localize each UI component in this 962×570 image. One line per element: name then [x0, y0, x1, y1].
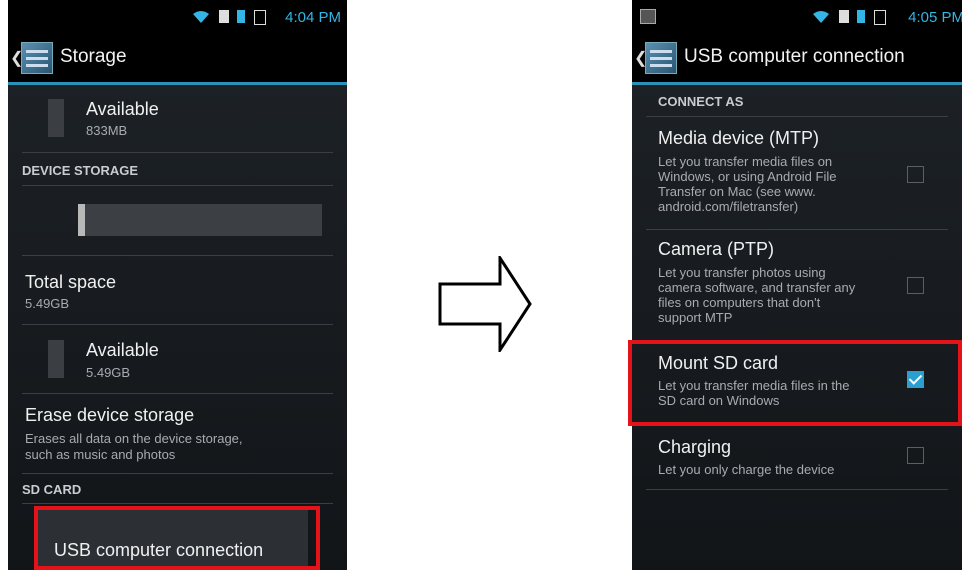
status-icons [813, 10, 890, 27]
sim-icon [219, 10, 230, 23]
total-space-row: Total space 5.49GB [8, 258, 347, 323]
usb-connection-screen: 4:05 PM ❮ USB computer connection CONNEC… [632, 0, 962, 570]
available-row-2: Available 5.49GB [8, 330, 347, 390]
divider [22, 324, 333, 325]
wifi-icon [813, 11, 829, 23]
option-desc-line: support MTP [658, 310, 733, 325]
screenshot-notification-icon [640, 9, 656, 24]
highlight-box [628, 340, 962, 426]
erase-desc-line2: such as music and photos [25, 447, 176, 462]
storage-usage-bar [78, 204, 322, 236]
divider [22, 473, 333, 474]
wifi-icon [193, 11, 209, 23]
option-label: Camera (PTP) [658, 239, 775, 259]
divider [22, 393, 333, 394]
divider [22, 503, 333, 504]
right-arrow-icon [438, 256, 532, 352]
section-header-sd-card: SD CARD [22, 482, 82, 497]
usb-icon [873, 10, 886, 25]
option-media-device-mtp[interactable]: Media device (MTP) Let you transfer medi… [632, 118, 962, 228]
option-desc-line: android.com/filetransfer) [658, 199, 799, 214]
status-time: 4:04 PM [285, 9, 341, 26]
erase-label: Erase device storage [25, 405, 195, 425]
available-label: Available [86, 340, 159, 360]
divider [22, 152, 333, 153]
available-value: 5.49GB [86, 365, 131, 380]
action-bar: ❮ USB computer connection [632, 34, 962, 85]
page-title: USB computer connection [684, 46, 905, 67]
status-bar: 4:04 PM [8, 0, 347, 34]
option-desc-line: Let you transfer media files on [658, 154, 833, 169]
option-desc-line: Transfer on Mac (see www. [658, 184, 816, 199]
available-label: Available [86, 99, 159, 119]
divider [22, 255, 333, 256]
color-swatch [48, 340, 64, 378]
erase-device-storage-item[interactable]: Erase device storage Erases all data on … [8, 395, 347, 470]
settings-app-icon[interactable] [21, 42, 53, 74]
charging-checkbox[interactable] [907, 447, 924, 464]
action-bar: ❮ Storage [8, 34, 347, 85]
storage-usage-fill [78, 204, 86, 236]
page-title: Storage [60, 46, 127, 67]
divider [22, 185, 333, 186]
battery-icon [237, 10, 246, 23]
sim-icon [839, 10, 850, 23]
section-header-device-storage: DEVICE STORAGE [22, 163, 139, 178]
status-time: 4:05 PM [908, 9, 962, 26]
option-desc-line: Let you only charge the device [658, 462, 835, 477]
battery-icon [857, 10, 866, 23]
option-desc-line: files on computers that don't [658, 295, 821, 310]
option-desc-line: camera software, and transfer any [658, 280, 856, 295]
divider [646, 116, 948, 117]
option-desc-line: Let you transfer photos using [658, 265, 826, 280]
option-desc-line: Windows, or using Android File [658, 169, 837, 184]
total-space-label: Total space [25, 272, 117, 292]
status-icons [193, 10, 270, 27]
available-value: 833MB [86, 123, 128, 138]
section-header-connect-as: CONNECT AS [658, 94, 744, 109]
usb-icon [253, 10, 266, 25]
erase-desc-line1: Erases all data on the device storage, [25, 431, 243, 446]
total-space-value: 5.49GB [25, 296, 70, 311]
option-charging[interactable]: Charging Let you only charge the device [632, 427, 962, 487]
option-label: Media device (MTP) [658, 128, 820, 148]
color-swatch [48, 99, 64, 137]
option-camera-ptp[interactable]: Camera (PTP) Let you transfer photos usi… [632, 231, 962, 339]
settings-app-icon[interactable] [645, 42, 677, 74]
storage-screen: 4:04 PM ❮ Storage Available 833MB DEVICE… [8, 0, 347, 570]
status-bar: 4:05 PM [632, 0, 962, 34]
available-row: Available 833MB [8, 85, 347, 155]
mtp-checkbox[interactable] [907, 166, 924, 183]
option-label: Charging [658, 437, 732, 457]
divider [646, 229, 948, 230]
divider [646, 489, 948, 490]
highlight-box [34, 506, 320, 570]
ptp-checkbox[interactable] [907, 277, 924, 294]
